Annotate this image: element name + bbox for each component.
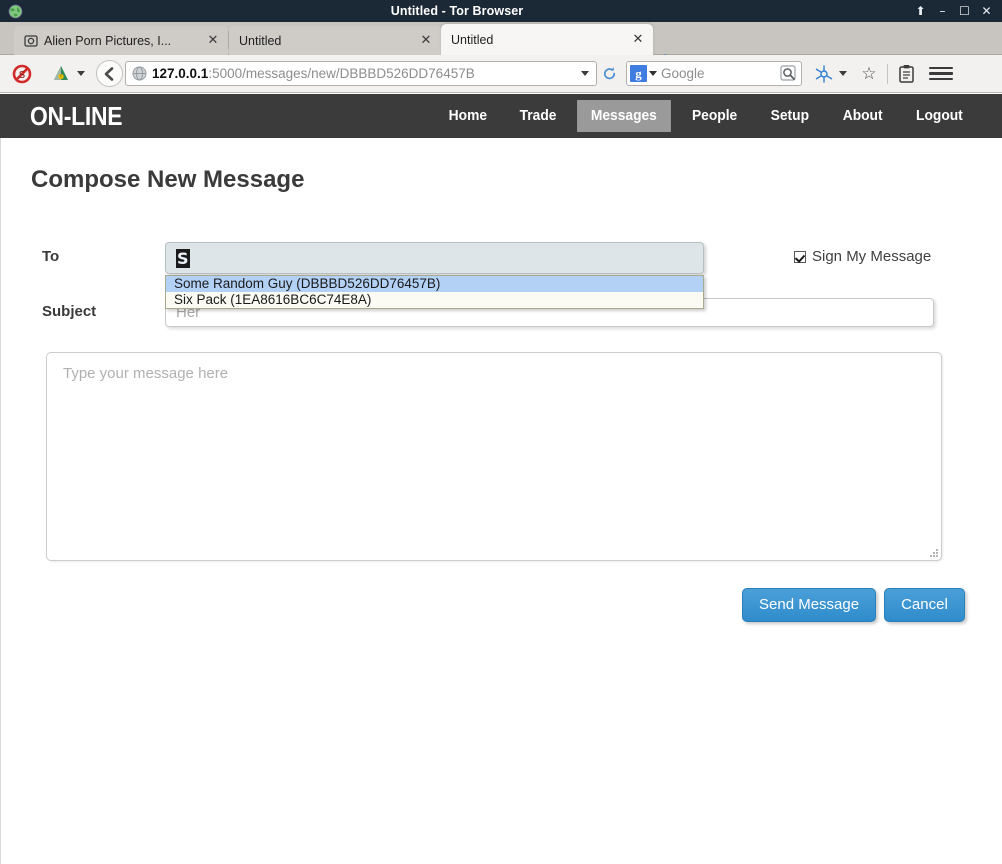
- window-maximize-button[interactable]: ☐: [958, 0, 971, 22]
- message-textarea[interactable]: Type your message here: [46, 352, 942, 561]
- url-host: 127.0.0.1: [152, 66, 209, 81]
- to-autocomplete-dropdown[interactable]: Some Random Guy (DBBBD526DD76457B) Six P…: [165, 275, 704, 309]
- sign-message-checkbox[interactable]: [794, 250, 806, 263]
- url-text: 127.0.0.1:5000/messages/new/DBBBD526DD76…: [152, 66, 578, 81]
- toolbar-divider: [887, 63, 888, 84]
- browser-window: Untitled - Tor Browser ⬆ – ☐ ✕ Alien Por…: [0, 0, 1002, 864]
- form-actions: Send Message Cancel: [742, 588, 965, 622]
- tab-strip: Alien Porn Pictures, I... ✕ Untitled ✕ U…: [0, 22, 1002, 70]
- to-input-value: S: [176, 248, 190, 268]
- url-path: :5000/messages/new/DBBBD526DD76457B: [208, 66, 475, 81]
- window-titlebar: Untitled - Tor Browser ⬆ – ☐ ✕: [0, 0, 1002, 22]
- site-navigation: Home Trade Messages People Setup About L…: [432, 94, 980, 138]
- nav-item-messages[interactable]: Messages: [577, 100, 671, 132]
- sign-message-label: Sign My Message: [812, 248, 932, 265]
- url-bar[interactable]: 127.0.0.1:5000/messages/new/DBBBD526DD76…: [125, 61, 597, 86]
- send-message-button[interactable]: Send Message: [742, 588, 877, 622]
- textarea-resize-handle[interactable]: [927, 546, 938, 557]
- torbutton-dropdown-icon[interactable]: [75, 61, 87, 87]
- page-title: Compose New Message: [31, 166, 305, 193]
- browser-toolbar: S ! 127.0.0.1:5000/messages/new/DBBBD526…: [0, 55, 1002, 93]
- globe-icon: [132, 66, 147, 81]
- site-brand[interactable]: ON-LINE: [30, 101, 122, 132]
- svg-text:S: S: [19, 70, 25, 81]
- nav-item-logout[interactable]: Logout: [902, 100, 976, 132]
- search-engine-dropdown-icon[interactable]: [647, 71, 658, 76]
- autocomplete-option-1[interactable]: Six Pack (1EA8616BC6C74E8A): [166, 292, 703, 308]
- https-everywhere-icon[interactable]: [813, 61, 835, 87]
- torbutton-onion-icon[interactable]: !: [49, 61, 73, 87]
- window-shade-button[interactable]: ⬆: [914, 0, 927, 22]
- to-label: To: [42, 248, 60, 265]
- reload-icon[interactable]: [600, 61, 618, 86]
- window-title: Untitled - Tor Browser: [390, 4, 524, 18]
- nav-item-setup[interactable]: Setup: [757, 100, 823, 132]
- search-input[interactable]: Google: [658, 66, 779, 81]
- nav-item-people[interactable]: People: [678, 100, 751, 132]
- window-minimize-button[interactable]: –: [936, 0, 949, 22]
- back-button[interactable]: [96, 60, 123, 87]
- sign-message-row: Sign My Message: [794, 248, 931, 265]
- tab-close-icon[interactable]: ✕: [419, 33, 433, 48]
- autocomplete-option-0[interactable]: Some Random Guy (DBBBD526DD76457B): [166, 276, 703, 292]
- message-textarea-placeholder: Type your message here: [63, 365, 229, 382]
- url-history-dropdown-icon[interactable]: [578, 71, 592, 76]
- window-close-button[interactable]: ✕: [980, 0, 993, 22]
- svg-text:!: !: [60, 74, 62, 80]
- to-input[interactable]: S: [165, 242, 704, 274]
- cancel-button[interactable]: Cancel: [884, 588, 965, 622]
- google-logo-icon: g: [630, 65, 647, 82]
- hamburger-menu-icon[interactable]: [929, 61, 953, 87]
- nav-item-about[interactable]: About: [829, 100, 896, 132]
- tab-label: Untitled: [239, 33, 282, 48]
- search-bar[interactable]: g Google: [626, 61, 802, 86]
- search-magnifier-icon[interactable]: [779, 64, 798, 83]
- nav-item-home[interactable]: Home: [434, 100, 500, 132]
- noscript-icon[interactable]: S: [9, 61, 35, 87]
- tab-label: Alien Porn Pictures, I...: [44, 33, 172, 48]
- tab-close-icon[interactable]: ✕: [206, 33, 220, 48]
- subject-label: Subject: [42, 303, 97, 320]
- tab-close-icon[interactable]: ✕: [631, 32, 645, 47]
- https-everywhere-dropdown-icon[interactable]: [837, 61, 849, 87]
- nav-item-trade[interactable]: Trade: [506, 100, 570, 132]
- tab-label: Untitled: [451, 32, 494, 47]
- window-controls: ⬆ – ☐ ✕: [914, 0, 993, 22]
- browser-tab-2[interactable]: Untitled ✕: [229, 26, 441, 55]
- tab-favicon-icon: [24, 34, 38, 48]
- browser-tab-3[interactable]: Untitled ✕: [441, 24, 653, 55]
- bookmark-star-icon[interactable]: ☆: [858, 61, 880, 87]
- site-header: ON-LINE Home Trade Messages People Setup…: [0, 94, 1002, 138]
- clipboard-icon[interactable]: [895, 61, 917, 87]
- browser-tab-1[interactable]: Alien Porn Pictures, I... ✕: [14, 26, 228, 55]
